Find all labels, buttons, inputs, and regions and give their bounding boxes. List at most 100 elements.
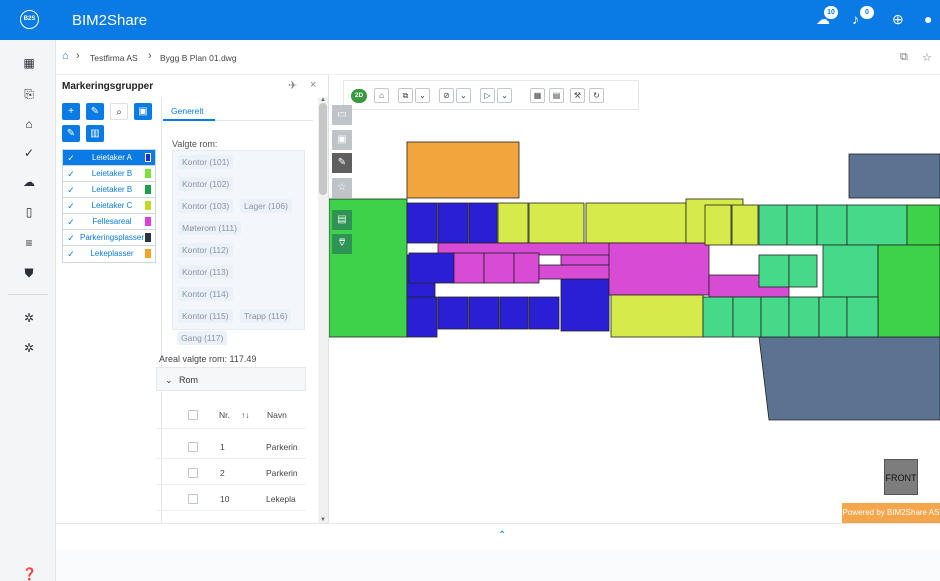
delete-button[interactable]: ▥ (86, 125, 104, 142)
shield-icon[interactable]: ⛊ (22, 266, 36, 280)
room-lime[interactable] (731, 204, 759, 246)
checkbox-checked-icon[interactable]: ✓ (66, 249, 76, 259)
room-blue[interactable] (468, 296, 500, 330)
report-icon[interactable]: ▤ (332, 210, 352, 230)
room-slate[interactable] (758, 336, 940, 421)
room-lime[interactable] (585, 202, 687, 244)
column-header-nr[interactable]: Nr. (219, 410, 230, 420)
home-view-icon[interactable]: ⌂ (374, 88, 389, 103)
checkbox-checked-icon[interactable]: ✓ (66, 185, 76, 195)
room-blue[interactable] (406, 296, 438, 338)
room-orange[interactable] (406, 141, 520, 199)
panel-scrollbar[interactable]: ▲ ▼ (318, 97, 328, 523)
pin-icon[interactable]: ✈ (288, 79, 297, 92)
rooms-section-header[interactable]: ⌄ Rom (156, 367, 306, 391)
tab-generelt[interactable]: Generelt (171, 106, 204, 116)
room-chip[interactable]: Kontor (114) (178, 287, 233, 301)
star-icon[interactable]: ☆ (922, 51, 932, 64)
layers-icon[interactable]: ⧉ (398, 88, 413, 103)
layers-stack-icon[interactable]: ⩢ (332, 234, 352, 254)
bell-icon[interactable]: ♪ 0 (852, 6, 874, 27)
expand-up-icon[interactable]: ⌃ (498, 530, 506, 541)
mode-2d-button[interactable]: 2D (351, 89, 367, 103)
edit-group-button[interactable]: ✎ (86, 103, 104, 120)
cloud-upload-icon[interactable]: ☁ (22, 175, 36, 189)
room-teal[interactable] (758, 204, 788, 246)
room-chip[interactable]: Kontor (102) (178, 177, 234, 191)
group-item[interactable]: ✓ Leietaker B (63, 182, 155, 198)
check-icon[interactable]: ✓ (22, 146, 36, 160)
lock-button[interactable]: ▣ (134, 103, 152, 120)
room-teal[interactable] (846, 296, 879, 338)
room-teal[interactable] (788, 254, 818, 288)
document-search-icon[interactable]: ⎘ (22, 87, 36, 101)
row-checkbox[interactable] (188, 468, 198, 478)
group-item[interactable]: ✓ Leietaker C (63, 198, 155, 214)
table-row[interactable]: 1 Parkerin (156, 435, 306, 459)
room-blue[interactable] (406, 202, 438, 244)
checkbox-checked-icon[interactable]: ✓ (66, 169, 76, 179)
group-item[interactable]: ✓ Leietaker B (63, 166, 155, 182)
room-blue[interactable] (499, 296, 529, 330)
room-magenta[interactable] (513, 252, 540, 284)
row-checkbox[interactable] (188, 442, 198, 452)
user-icon[interactable]: ● (924, 11, 932, 27)
measure-icon[interactable]: ⊘ (439, 88, 454, 103)
scrollbar-thumb[interactable] (319, 103, 327, 195)
checkbox-checked-icon[interactable]: ✓ (66, 233, 76, 243)
group-item[interactable]: ✓ Fellesareal (63, 214, 155, 230)
chevron-down-icon[interactable]: ⌄ (497, 88, 512, 103)
dashboard-icon[interactable]: ▦ (22, 56, 36, 70)
room-lime[interactable] (528, 202, 585, 244)
select-all-checkbox[interactable] (188, 410, 198, 420)
favorite-icon[interactable]: ☆ (332, 178, 352, 198)
breadcrumb-item-file[interactable]: Bygg B Plan 01.dwg (160, 53, 237, 63)
room-magenta[interactable] (453, 252, 485, 284)
room-magenta[interactable] (608, 242, 710, 296)
list-icon[interactable]: ≡ (22, 236, 36, 250)
table-row[interactable]: 2 Parkerin (156, 461, 306, 485)
powered-by-badge[interactable]: Powered by BIM2Share AS (842, 503, 940, 523)
room-lime[interactable] (610, 294, 704, 338)
room-teal[interactable] (818, 296, 848, 338)
home-icon[interactable]: ⌂ (62, 50, 69, 62)
room-lime[interactable] (704, 204, 732, 246)
reset-icon[interactable]: ↻ (589, 88, 604, 103)
room-chip[interactable]: Lager (106) (240, 199, 292, 213)
search-icon[interactable]: ⌕ (110, 103, 128, 120)
checkbox-checked-icon[interactable]: ✓ (66, 217, 76, 227)
cabinet-icon[interactable]: ▤ (549, 88, 564, 103)
app-logo[interactable]: B2S (0, 0, 56, 40)
room-teal[interactable] (816, 204, 848, 246)
room-teal[interactable] (788, 296, 820, 338)
settings-icon[interactable]: ✲ (22, 311, 36, 325)
table-row[interactable]: 10 Lekepla (156, 487, 306, 511)
front-view-cube[interactable]: FRONT (884, 459, 918, 495)
group-item[interactable]: ✓ Lekeplasser (63, 246, 155, 262)
checkbox-checked-icon[interactable]: ✓ (66, 201, 76, 211)
room-teal[interactable] (702, 296, 734, 338)
column-header-name[interactable]: Navn (267, 410, 287, 420)
drawing-viewport[interactable]: 2D ⌂ ⧉ ⌄ ⊘ ⌄ ▷ ⌄ ▦ ▤ ⚒ ↻ ▭ ▣ ✎ ☆ ▤ ⩢ FRO… (329, 75, 940, 523)
room-blue[interactable] (437, 202, 469, 244)
group-item[interactable]: ✓ Leietaker A (63, 150, 155, 166)
room-chip[interactable]: Gang (117) (177, 331, 228, 345)
help-icon[interactable]: ❓ (22, 567, 37, 581)
close-icon[interactable]: × (310, 79, 316, 91)
room-blue[interactable] (560, 278, 610, 332)
globe-icon[interactable]: ⊕ (892, 11, 904, 27)
room-chip[interactable]: Kontor (103) (178, 199, 234, 213)
edit-icon[interactable]: ✎ (332, 153, 352, 173)
room-blue[interactable] (408, 252, 455, 284)
checkbox-checked-icon[interactable]: ✓ (66, 153, 76, 163)
settings-icon[interactable]: ✲ (22, 341, 36, 355)
wrench-icon[interactable]: ⚒ (570, 88, 585, 103)
room-magenta[interactable] (483, 252, 515, 284)
room-green[interactable] (906, 204, 940, 246)
room-teal[interactable] (760, 296, 790, 338)
room-green[interactable] (877, 244, 940, 338)
save-icon[interactable]: ▣ (332, 130, 352, 150)
room-teal[interactable] (732, 296, 762, 338)
select-cursor-icon[interactable]: ▷ (480, 88, 495, 103)
add-group-button[interactable]: + (62, 103, 80, 120)
